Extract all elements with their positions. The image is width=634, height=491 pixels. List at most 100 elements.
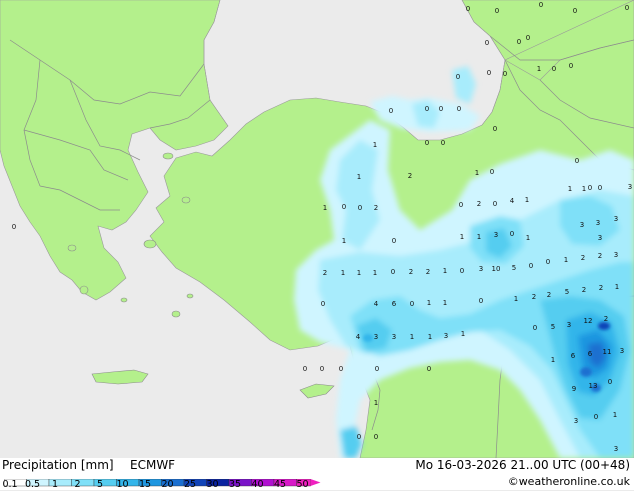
- precip-value-label: 1: [564, 256, 568, 264]
- precip-value-label: 0: [546, 258, 550, 266]
- precip-value-label: 4: [510, 197, 515, 205]
- precip-value-label: 1: [357, 173, 361, 181]
- precip-value-label: 6: [588, 350, 593, 358]
- precip-value-label: 1: [341, 269, 345, 277]
- precip-value-label: 0: [608, 378, 612, 386]
- precip-value-label: 0: [320, 365, 324, 373]
- precip-value-label: 3: [598, 234, 602, 242]
- scale-label: 1: [51, 479, 59, 490]
- precip-value-label: 0: [374, 433, 378, 441]
- precip-value-label: 3: [392, 333, 396, 341]
- precip-value-label: 3: [596, 219, 600, 227]
- precip-value-label: 1: [514, 295, 518, 303]
- precip-value-label: 1: [525, 196, 529, 204]
- precip-value-label: 0: [625, 4, 629, 12]
- precip-value-label: 2: [477, 200, 481, 208]
- precip-value-label: 0: [389, 107, 393, 115]
- precip-value-label: 0: [493, 125, 497, 133]
- precip-value-label: 0: [503, 70, 507, 78]
- precip-value-label: 0: [439, 105, 443, 113]
- precip-value-label: 3: [574, 417, 578, 425]
- precip-value-label: 0: [358, 204, 362, 212]
- precip-value-label: 0: [459, 201, 463, 209]
- precip-value-label: 0: [425, 139, 429, 147]
- precip-value-label: 1: [615, 283, 619, 291]
- precip-value-label: 0: [460, 267, 464, 275]
- legend-footer: Precipitation [mm] ECMWF Mo 16-03-2026 2…: [0, 458, 634, 490]
- precip-value-label: 0: [588, 184, 592, 192]
- precip-value-label: 0: [427, 365, 431, 373]
- precip-value-label: 2: [598, 252, 602, 260]
- precip-value-label: 2: [426, 268, 430, 276]
- precip-value-label: 1: [613, 411, 617, 419]
- scale-label: 15: [138, 479, 152, 490]
- precip-value-label: 1: [373, 141, 377, 149]
- precip-value-label: 0: [457, 105, 461, 113]
- color-scale-bar: [3, 472, 324, 487]
- precip-value-label: 2: [599, 284, 603, 292]
- precipitation-map: 0 000 00 0 00 0 01 0 00 0 0 00 00101 2 1 001 1 0 31 0 0 2 0 2 0 4…: [0, 0, 634, 458]
- precip-value-label: 11: [603, 348, 612, 356]
- precip-value-label: 1: [374, 399, 378, 407]
- precip-value-label: 3: [614, 445, 618, 453]
- precip-value-label: 2: [581, 254, 585, 262]
- scale-label: 20: [161, 479, 174, 490]
- scale-label: 2: [74, 479, 81, 490]
- precip-value-label: 3: [620, 347, 624, 355]
- scale-label: 40: [251, 479, 264, 490]
- precip-value-label: 9: [572, 385, 576, 393]
- precip-value-label: 0: [342, 203, 346, 211]
- precip-value-label: 2: [408, 172, 412, 180]
- scale-label: 50: [296, 479, 309, 490]
- precip-value-label: 0: [456, 73, 460, 81]
- precip-value-label: 1: [526, 234, 530, 242]
- precip-value-label: 1: [477, 233, 481, 241]
- precip-value-label: 2: [582, 286, 586, 294]
- scale-label: 35: [228, 479, 242, 490]
- precip-value-label: 1: [323, 204, 327, 212]
- precip-value-label: 1: [427, 299, 431, 307]
- precip-value-label: 0: [493, 200, 497, 208]
- precip-value-label: 2: [409, 268, 413, 276]
- precip-value-label: 1: [443, 267, 447, 275]
- precip-value-label: 12: [584, 317, 593, 325]
- precip-value-label: 0: [487, 69, 491, 77]
- precip-value-label: 0: [526, 34, 530, 42]
- precip-value-label: 0: [425, 105, 429, 113]
- precip-value-label: 6: [392, 300, 397, 308]
- precip-value-label: 1: [568, 185, 572, 193]
- precip-value-label: 3: [628, 183, 632, 191]
- precip-value-label: 2: [532, 293, 536, 301]
- precip-value-label: 0: [552, 65, 556, 73]
- precip-value-label: 2: [547, 291, 551, 299]
- precip-value-label: 0: [391, 268, 395, 276]
- precip-value-label: 0: [410, 300, 414, 308]
- precip-value-label: 2: [604, 315, 608, 323]
- precip-value-label: 0: [529, 262, 533, 270]
- valid-time: Mo 16-03-2026 21..00 UTC (00+48): [415, 458, 630, 472]
- precip-value-label: 3: [479, 265, 483, 273]
- precip-value-label: 0: [321, 300, 325, 308]
- precip-value-label: 0: [12, 223, 16, 231]
- precip-value-label: 3: [567, 321, 571, 329]
- precip-value-label: 1: [410, 333, 414, 341]
- precip-value-label: 0: [441, 139, 445, 147]
- precip-value-label: 1: [428, 333, 432, 341]
- scale-label: 30: [206, 479, 219, 490]
- precip-value-label: 0: [357, 433, 361, 441]
- precip-value-label: 0: [479, 297, 483, 305]
- precip-value-label: 5: [551, 323, 555, 331]
- scale-label: 10: [116, 479, 129, 490]
- precip-value-label: 6: [571, 352, 576, 360]
- precip-value-label: 0: [533, 324, 537, 332]
- precip-value-label: 1: [373, 269, 377, 277]
- precip-value-label: 1: [443, 299, 447, 307]
- precip-value-label: 5: [565, 288, 569, 296]
- precip-value-label: 2: [374, 204, 378, 212]
- precip-value-label: 0: [490, 168, 494, 176]
- precip-value-label: 1: [460, 233, 464, 241]
- scale-label: 45: [273, 479, 287, 490]
- credit-link[interactable]: ©weatheronline.co.uk: [508, 475, 630, 488]
- precip-value-label: 0: [517, 38, 521, 46]
- precip-value-label: 0: [539, 1, 543, 9]
